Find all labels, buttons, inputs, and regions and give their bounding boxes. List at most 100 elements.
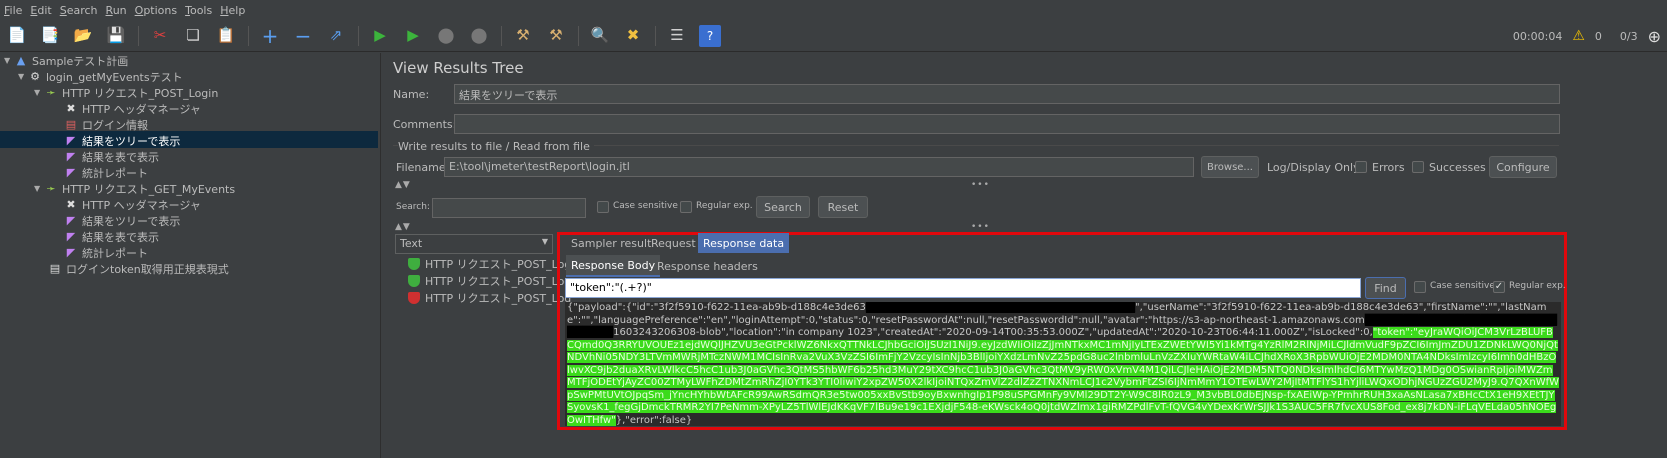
open-icon[interactable]: 📂 <box>72 25 94 47</box>
tree-node-regex-extractor[interactable]: ▤ ログインtoken取得用正規表現式 <box>48 260 229 277</box>
toolbar: 📄 📑 📂 💾 ✂ ❏ 📋 + − ⇗ ▶ ▶ ⬤ ⬤ ⚒ ⚒ 🔍 ✖ ☰ ? … <box>0 20 1667 52</box>
warning-count: 0 <box>1594 29 1602 43</box>
tab-response-data[interactable]: Response data <box>698 233 790 253</box>
elapsed-time: 00:00:04 <box>1512 29 1563 43</box>
thread-count: 0/3 <box>1619 29 1638 43</box>
toolbar-separator <box>138 25 139 46</box>
warning-icon[interactable]: ⚠ <box>1572 28 1585 44</box>
search-icon[interactable]: 🔍 <box>589 25 611 47</box>
tree-node-label: HTTP ヘッダマネージャ <box>82 198 201 212</box>
chevron-down-icon[interactable]: ▼ <box>18 72 28 81</box>
menu-tools[interactable]: Tools <box>185 4 212 17</box>
regular-exp-checkbox[interactable] <box>680 201 692 213</box>
tree-node-results-tree[interactable]: ◤ 結果をツリーで表示 <box>64 132 181 149</box>
chart-icon: ◤ <box>66 166 76 179</box>
find-button[interactable]: Find <box>1365 277 1406 299</box>
cut-icon[interactable]: ✂ <box>149 25 171 47</box>
split-arrows-icon[interactable]: ▲▼ <box>395 222 411 232</box>
chart-icon: ◤ <box>66 214 76 227</box>
menu-help[interactable]: Help <box>220 4 245 17</box>
tree-node-header-manager-2[interactable]: ✖ HTTP ヘッダマネージャ <box>64 196 201 213</box>
tree-node-test-plan[interactable]: ▼ ▲ Sampleテスト計画 <box>4 52 128 69</box>
case-sensitive-label: Case sensitive <box>613 201 678 211</box>
comments-label: Comments: <box>393 118 457 131</box>
tree-node-get-myevents[interactable]: ▼ ➛ HTTP リクエスト_GET_MyEvents <box>34 180 235 197</box>
sample-row[interactable]: HTTP リクエスト_POST_Log <box>408 272 571 289</box>
tab-response-body[interactable]: Response Body <box>566 255 661 277</box>
toggle-icon[interactable]: ⇗ <box>325 25 347 47</box>
sample-row[interactable]: HTTP リクエスト_POST_Log <box>408 289 571 306</box>
reset-button[interactable]: Reset <box>818 196 868 218</box>
help-icon[interactable]: ? <box>699 24 721 47</box>
tree-node-thread-group[interactable]: ▼ ⚙ login_getMyEventsテスト <box>18 68 183 85</box>
chevron-down-icon[interactable]: ▼ <box>4 56 14 65</box>
pane-splitter[interactable] <box>380 53 384 458</box>
tree-node-results-tree-2[interactable]: ◤ 結果をツリーで表示 <box>64 212 181 229</box>
chevron-down-icon[interactable]: ▼ <box>34 184 44 193</box>
log-display-label: Log/Display Only: <box>1267 161 1363 174</box>
tree-node-stats-report[interactable]: ◤ 統計レポート <box>64 164 148 181</box>
chart-icon: ◤ <box>66 246 76 259</box>
response-text-part: },"error":false} <box>615 414 693 426</box>
successes-checkbox[interactable] <box>1412 161 1424 173</box>
function-helper-icon[interactable]: ☰ <box>666 25 688 47</box>
tree-node-results-table-2[interactable]: ◤ 結果を表で表示 <box>64 228 159 245</box>
find-field[interactable]: "token":"(.+?)" <box>565 278 1361 298</box>
paste-icon[interactable]: 📋 <box>215 25 237 47</box>
name-field[interactable]: 結果をツリーで表示 <box>454 84 1560 104</box>
browse-button[interactable]: Browse... <box>1201 156 1259 178</box>
tab-sampler-result[interactable]: Sampler result <box>566 233 656 253</box>
tree-node-header-manager[interactable]: ✖ HTTP ヘッダマネージャ <box>64 100 201 117</box>
start-icon[interactable]: ▶ <box>369 25 391 47</box>
menu-file[interactable]: File <box>4 4 22 17</box>
reset-search-icon[interactable]: ✖ <box>622 25 644 47</box>
collapse-icon[interactable]: − <box>292 25 314 47</box>
tree-node-stats-report-2[interactable]: ◤ 統計レポート <box>64 244 148 261</box>
split-handle-icon[interactable]: ••• <box>971 222 990 232</box>
renderer-select[interactable]: Text ▼ <box>395 234 553 254</box>
extractor-icon: ▤ <box>49 262 61 275</box>
redaction-box: ███████████████████████████████████ <box>865 302 1136 313</box>
tree-node-label: ログイン情報 <box>82 118 148 132</box>
errors-checkbox[interactable] <box>1355 161 1367 173</box>
shutdown-icon[interactable]: ⬤ <box>468 25 490 47</box>
tab-request[interactable]: Request <box>646 233 701 253</box>
templates-icon[interactable]: 📑 <box>39 25 61 47</box>
response-body-text[interactable]: {"payload":{"id":"3f2f5910-f622-11ea-ab9… <box>565 302 1561 426</box>
start-no-pause-icon[interactable]: ▶ <box>402 25 424 47</box>
sample-label: HTTP リクエスト_POST_Log <box>425 274 572 288</box>
split-handle-icon[interactable]: ••• <box>971 180 990 190</box>
tree-node-label: Sampleテスト計画 <box>32 54 129 68</box>
menu-options[interactable]: Options <box>135 4 177 17</box>
clear-all-icon[interactable]: ⚒ <box>545 25 567 47</box>
split-arrows-icon[interactable]: ▲▼ <box>395 180 411 190</box>
search-button[interactable]: Search <box>756 196 810 218</box>
configure-button[interactable]: Configure <box>1489 156 1557 178</box>
menu-search[interactable]: Search <box>60 4 98 17</box>
find-regular-exp-checkbox[interactable]: ✓ <box>1493 281 1505 293</box>
stop-icon[interactable]: ⬤ <box>435 25 457 47</box>
error-shield-icon <box>408 291 420 304</box>
comments-field[interactable] <box>454 114 1560 134</box>
tree-node-results-table[interactable]: ◤ 結果を表で表示 <box>64 148 159 165</box>
copy-icon[interactable]: ❏ <box>182 25 204 47</box>
find-case-sensitive-checkbox[interactable] <box>1414 281 1426 293</box>
tree-node-post-login[interactable]: ▼ ➛ HTTP リクエスト_POST_Login <box>34 84 218 101</box>
chevron-down-icon[interactable]: ▼ <box>34 88 44 97</box>
sample-label: HTTP リクエスト_POST_Log <box>425 291 572 305</box>
remote-icon[interactable]: ⊕ <box>1648 27 1661 46</box>
case-sensitive-checkbox[interactable] <box>597 201 609 213</box>
sample-row[interactable]: HTTP リクエスト_POST_Log <box>408 255 571 272</box>
renderer-select-value: Text <box>400 237 423 250</box>
expand-icon[interactable]: + <box>259 25 281 47</box>
filename-field[interactable]: E:\tool\jmeter\testReport\login.jtl <box>444 157 1194 177</box>
save-icon[interactable]: 💾 <box>105 25 127 47</box>
menu-edit[interactable]: Edit <box>30 4 51 17</box>
search-field[interactable] <box>432 198 586 218</box>
clear-icon[interactable]: ⚒ <box>512 25 534 47</box>
new-icon[interactable]: 📄 <box>6 25 28 47</box>
tab-response-headers[interactable]: Response headers <box>652 255 763 277</box>
tree-node-login-info[interactable]: ▤ ログイン情報 <box>64 116 148 133</box>
menu-run[interactable]: Run <box>106 4 127 17</box>
chart-icon: ◤ <box>66 230 76 243</box>
